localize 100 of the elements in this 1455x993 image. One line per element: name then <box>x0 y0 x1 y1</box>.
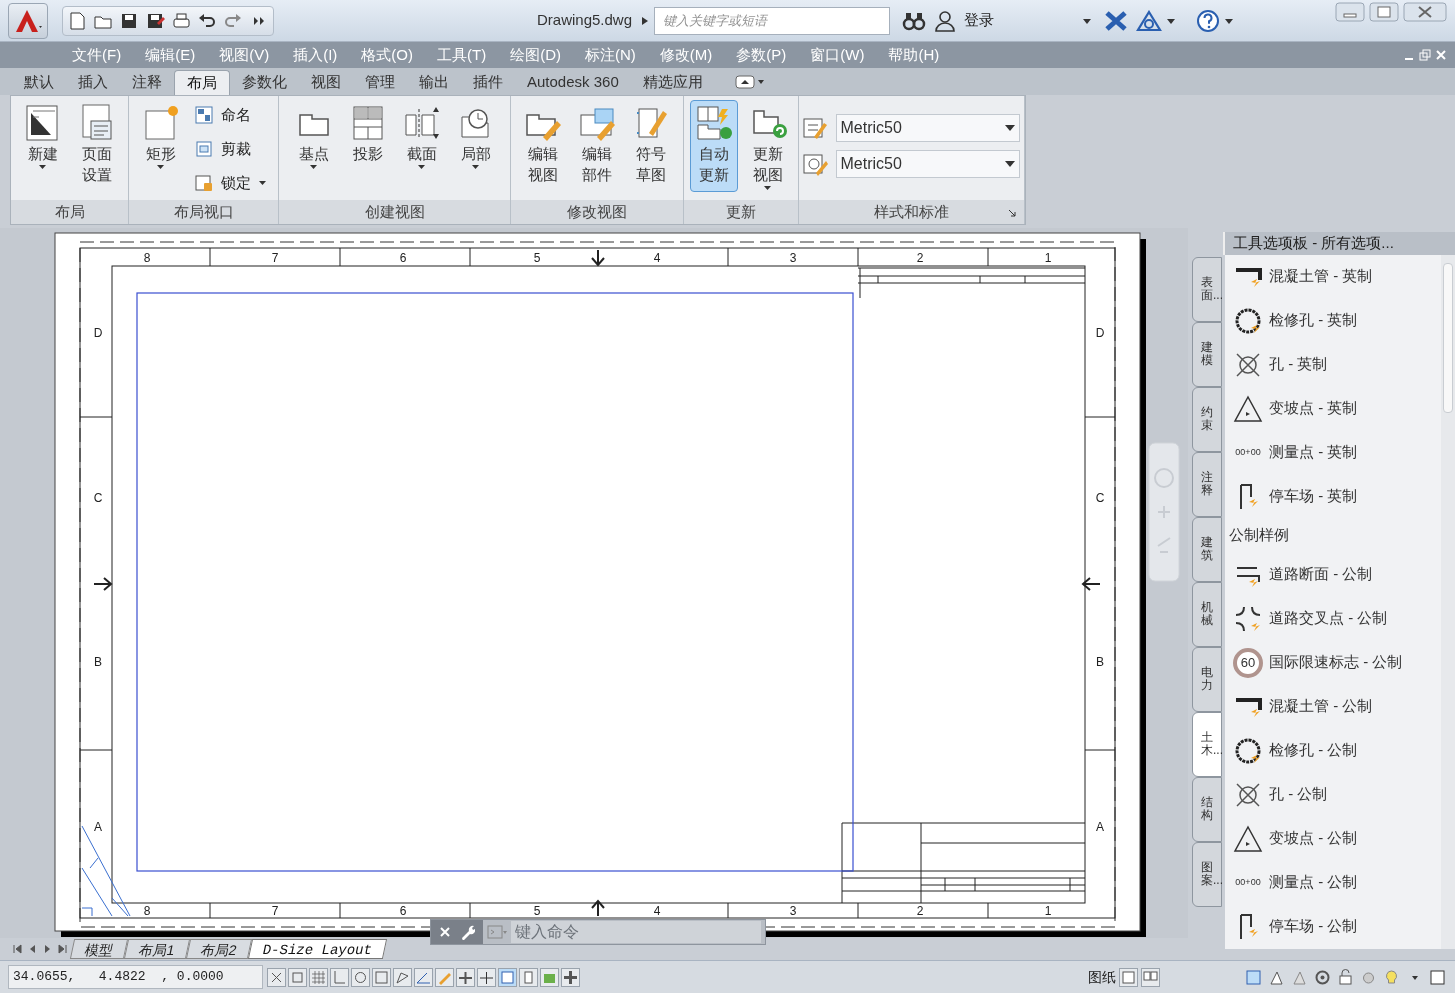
quick-view-layout-icon[interactable] <box>1119 967 1138 987</box>
palette-tool[interactable]: 00+00 测量点 - 公制 <box>1233 860 1441 905</box>
ribbon-tool-button[interactable]: 编辑 视图 <box>519 100 567 192</box>
status-toggle-icon[interactable] <box>540 967 559 987</box>
ribbon-tab[interactable]: 管理 <box>353 70 407 95</box>
ribbon-small-button[interactable]: 剪裁 <box>190 136 271 162</box>
restore-icon[interactable] <box>1419 49 1431 61</box>
palette-tool[interactable]: 检修孔 - 公制 <box>1233 728 1441 773</box>
ribbon-small-button[interactable]: 锁定 <box>190 170 271 196</box>
panel-toggle-icon <box>734 75 765 89</box>
palette-tool[interactable]: 停车场 - 英制 <box>1233 474 1441 519</box>
scrollbar-thumb[interactable] <box>1443 262 1453 413</box>
status-toggle-icon[interactable] <box>414 967 433 987</box>
close-icon[interactable] <box>1435 49 1447 61</box>
help-icon[interactable] <box>1196 8 1221 33</box>
zone-label: C <box>1095 491 1105 505</box>
ribbon-tool-button[interactable]: 基点 <box>289 100 338 192</box>
ribbon-tab[interactable]: 插件 <box>461 70 515 95</box>
panel-toggle-button[interactable] <box>734 74 765 90</box>
application-button[interactable] <box>8 2 48 39</box>
status-toggle-icon[interactable] <box>372 967 391 987</box>
ribbon-tab[interactable]: 布局 <box>174 70 230 95</box>
style-icon[interactable] <box>801 115 828 141</box>
palette-tool[interactable]: 道路断面 - 公制 <box>1233 552 1441 597</box>
ribbon-tab[interactable]: 默认 <box>12 70 66 95</box>
palette-tool[interactable]: 停车场 - 公制 <box>1233 904 1441 949</box>
palette-side-tab[interactable]: 注释 <box>1192 451 1222 517</box>
palette-tool[interactable]: 变坡点 - 英制 <box>1233 386 1441 431</box>
ribbon-tool-button[interactable]: 自动 更新 <box>690 100 738 192</box>
ribbon-tool-button[interactable]: 矩形 <box>136 100 185 192</box>
palette-side-tab[interactable]: 机械 <box>1192 581 1222 647</box>
lock-icon[interactable] <box>1336 967 1355 987</box>
ribbon-tool-button[interactable]: 页面 设置 <box>72 100 121 192</box>
last-tab-icon[interactable] <box>57 943 69 955</box>
ribbon-tab[interactable]: Autodesk 360 <box>515 70 631 95</box>
style-dropdown[interactable]: Metric50 <box>835 150 1020 178</box>
status-toggle-icon[interactable] <box>435 967 454 987</box>
layout-tab[interactable]: 布局2 <box>185 939 252 959</box>
status-toggle-icon[interactable] <box>561 967 580 987</box>
status-toggle-icon[interactable] <box>351 967 370 987</box>
layout-tab[interactable]: 布局1 <box>123 939 190 959</box>
palette-tool[interactable]: 混凝土管 - 英制 <box>1233 254 1441 299</box>
sign-in-link[interactable]: 登录 <box>964 9 995 32</box>
style-icon[interactable] <box>801 151 828 177</box>
ribbon-tab[interactable]: 视图 <box>299 70 353 95</box>
space-indicator[interactable]: 图纸 <box>1088 966 1116 988</box>
status-toggle-icon[interactable] <box>309 967 328 987</box>
ribbon-tool-button[interactable]: 局部 <box>451 100 500 192</box>
ribbon-tool-button[interactable]: 新建 <box>18 100 67 192</box>
ribbon-tool-button[interactable]: 投影 <box>343 100 392 192</box>
ribbon-tool-button[interactable]: 截面 <box>397 100 446 192</box>
ribbon-tab[interactable]: 注释 <box>120 70 174 95</box>
ribbon-tool-button[interactable]: 符号 草图 <box>627 100 675 192</box>
print-icon[interactable] <box>171 10 191 31</box>
palette-side-tab[interactable]: 结构 <box>1192 776 1222 842</box>
palette-tool[interactable]: 变坡点 - 公制 <box>1233 816 1441 861</box>
status-toggle-icon[interactable] <box>477 967 496 987</box>
palette-side-tab[interactable]: 约束 <box>1192 386 1222 452</box>
triangle-logo-icon[interactable] <box>1136 9 1163 32</box>
palette-tool[interactable]: 00+00 测量点 - 英制 <box>1233 430 1441 475</box>
style-dropdown[interactable]: Metric50 <box>835 114 1020 142</box>
palette-tool[interactable]: 道路交叉点 - 公制 <box>1233 596 1441 641</box>
palette-tool[interactable]: 混凝土管 - 公制 <box>1233 684 1441 729</box>
status-toggle-icon[interactable] <box>330 967 349 987</box>
status-toggle-icon[interactable] <box>393 967 412 987</box>
palette-side-tab[interactable]: 建模 <box>1192 321 1222 387</box>
ribbon-tool-button[interactable]: 编辑 部件 <box>573 100 621 192</box>
exchange-x-icon[interactable] <box>1104 9 1129 32</box>
ribbon-tab[interactable]: 精选应用 <box>630 70 715 95</box>
status-toggle-icon[interactable] <box>456 967 475 987</box>
search-field[interactable]: 键入关键字或短语 <box>654 6 891 35</box>
quick-view-drawings-icon[interactable] <box>1141 967 1160 987</box>
palette-tool[interactable]: 检修孔 - 英制 <box>1233 298 1441 343</box>
palette-side-tab[interactable]: 电力 <box>1192 646 1222 712</box>
layout-tab[interactable]: 模型 <box>69 939 129 959</box>
maximize-button[interactable] <box>1369 2 1399 22</box>
palette-tool[interactable]: 60 国际限速标志 - 公制 <box>1233 640 1441 685</box>
palette-side-tab[interactable]: 图案... <box>1192 841 1222 907</box>
new-file-icon[interactable] <box>67 10 87 31</box>
palette-side-tab[interactable]: 建筑 <box>1192 516 1222 582</box>
ribbon-small-button[interactable]: 命名 <box>190 102 271 128</box>
palette-side-tab[interactable]: 土木... <box>1192 711 1222 777</box>
ribbon-tab[interactable]: 输出 <box>407 70 461 95</box>
zone-label: 6 <box>399 251 407 265</box>
zone-label: 5 <box>533 251 541 265</box>
status-toggle-icon[interactable] <box>519 967 538 987</box>
status-toggle-icon[interactable] <box>267 967 286 987</box>
palette-tool[interactable]: 孔 - 公制 <box>1233 772 1441 817</box>
status-toggle-icon[interactable] <box>288 967 307 987</box>
palette-side-tab[interactable]: 表面... <box>1192 256 1222 322</box>
ribbon-tool-button[interactable]: 更新 视图 <box>744 100 792 192</box>
ribbon-tab[interactable]: 插入 <box>66 70 120 95</box>
status-toggle-icon[interactable] <box>498 967 517 987</box>
zone-label: 2 <box>916 904 924 918</box>
close-button[interactable] <box>1403 2 1447 22</box>
palette-tool[interactable]: 孔 - 英制 <box>1233 342 1441 387</box>
ribbon-tab[interactable]: 参数化 <box>230 70 299 95</box>
panel-expand-icon[interactable] <box>1008 209 1016 217</box>
first-tab-icon[interactable] <box>12 943 24 955</box>
layout-tab[interactable]: D-Size Layout <box>247 939 387 959</box>
